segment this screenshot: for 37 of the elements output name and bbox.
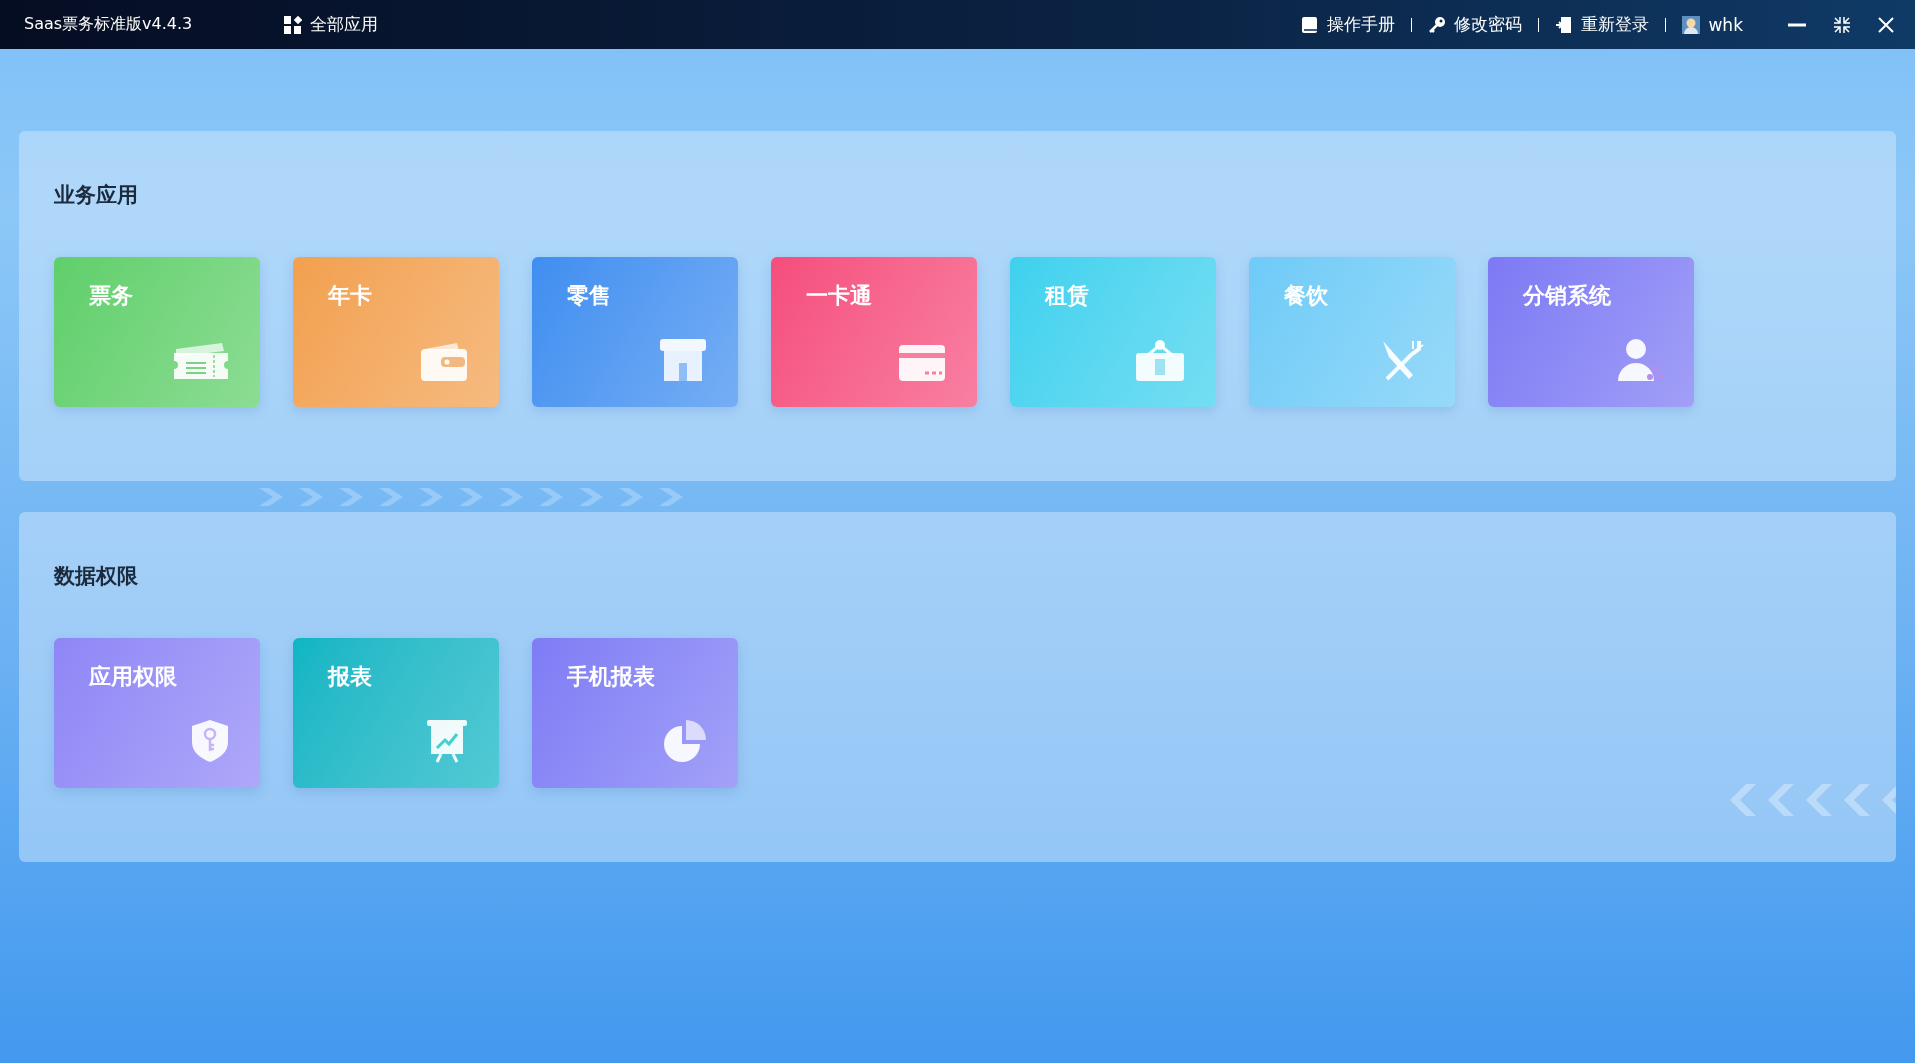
door-icon [1555, 15, 1574, 34]
app-tile[interactable]: 票务 [54, 257, 260, 407]
app-tile[interactable]: 年卡 [293, 257, 499, 407]
toolbar-link[interactable]: 操作手册 [1285, 13, 1412, 36]
user-share-icon [1616, 337, 1664, 383]
grid-icon [284, 15, 302, 34]
app-title: Saas票务标准版v4.4.3 [24, 14, 194, 35]
section-title: 业务应用 [54, 182, 138, 209]
app-tile[interactable]: 手机报表 [532, 638, 738, 788]
close-icon [1877, 15, 1895, 34]
section-title: 数据权限 [54, 563, 138, 590]
key-icon [1428, 15, 1447, 34]
restore-icon [1833, 15, 1851, 34]
wallet-icon [419, 341, 469, 383]
toolbar-link[interactable]: 修改密码 [1412, 13, 1539, 36]
app-tile[interactable]: 餐饮 [1249, 257, 1455, 407]
rent-sign-icon [1134, 337, 1186, 383]
card-icon [897, 343, 947, 383]
app-tile[interactable]: 租赁 [1010, 257, 1216, 407]
app-tile[interactable]: 零售 [532, 257, 738, 407]
minimize-button[interactable] [1787, 22, 1807, 27]
minimize-icon [1787, 22, 1807, 27]
user-menu[interactable]: whk [1666, 14, 1759, 35]
app-tile[interactable]: 报表 [293, 638, 499, 788]
app-tile[interactable]: 分销系统 [1488, 257, 1694, 407]
toolbar-link[interactable]: 重新登录 [1539, 13, 1666, 36]
store-icon [658, 337, 708, 383]
app-tile[interactable]: 应用权限 [54, 638, 260, 788]
pie-chart-icon [662, 718, 708, 764]
user-avatar-icon [1682, 15, 1701, 34]
chart-board-icon [425, 718, 469, 764]
all-apps-button[interactable]: 全部应用 [284, 13, 378, 36]
restore-button[interactable] [1833, 15, 1851, 34]
close-button[interactable] [1877, 15, 1895, 34]
app-tile[interactable]: 一卡通 [771, 257, 977, 407]
book-icon [1301, 15, 1320, 34]
shield-key-icon [190, 718, 230, 764]
